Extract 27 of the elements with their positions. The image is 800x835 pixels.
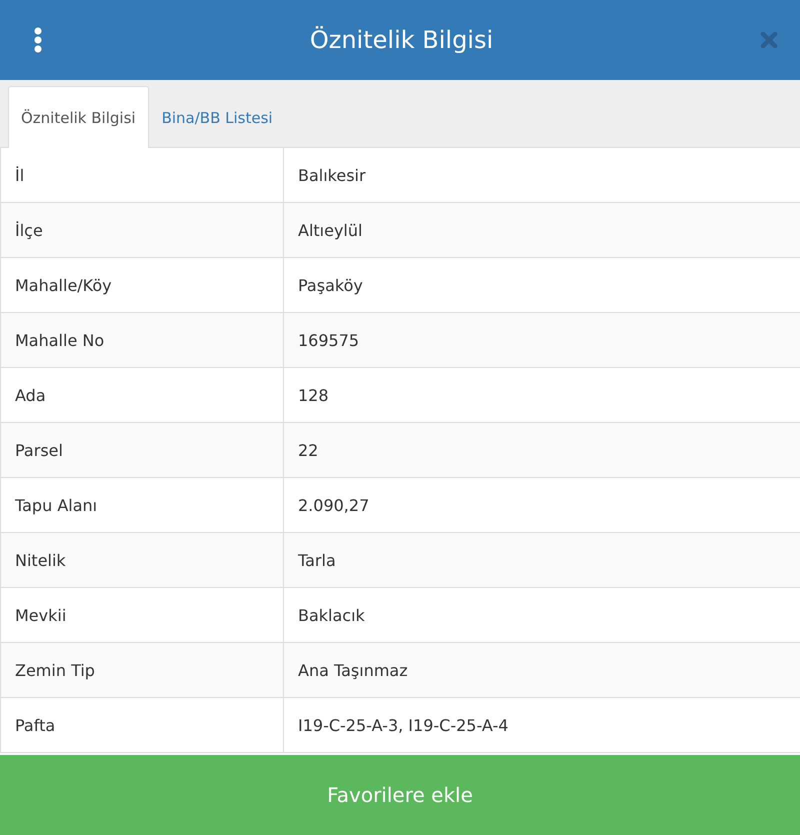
table-cell-text: 169575 [297,330,360,352]
table-cell: İl [0,148,284,202]
table-cell: Tapu Alanı [0,478,284,532]
table-cell-text: Altıeylül [297,220,364,242]
table-cell-text: 2.090,27 [297,494,370,516]
table-cell: Mahalle No [0,313,284,367]
table-cell: Mevkii [0,588,284,642]
table-cell-text: Balıkesir [297,164,367,186]
table-cell: Mahalle/Köy [0,258,284,312]
table-cell-text: 128 [297,384,330,406]
table-cell-text: Paşaköy [297,274,364,296]
table-cell-text: I19-C-25-A-3, I19-C-25-A-4 [297,714,510,736]
table-cell: İlçe [0,203,284,257]
table-cell-text: Tarla [297,550,337,572]
table-cell: Nitelik [0,533,284,587]
table-cell: Ada [0,368,284,422]
table-cell-text: Ana Taşınmaz [297,660,409,682]
window-title: Öznitelik Bilgisi [310,26,494,54]
menu-icon[interactable] [33,27,43,53]
table-cell: Zemin Tip [0,643,284,697]
tab[interactable]: Bina/BB Listesi [148,86,286,148]
table-cell-text: 22 [297,440,320,462]
table-cell-text: Baklacık [297,604,366,626]
add-favorites-button[interactable]: Favorilere ekle [0,755,800,835]
table-cell: Pafta [0,698,284,752]
tab[interactable]: Öznitelik Bilgisi [8,86,149,148]
table-cell: Parsel [0,423,284,477]
